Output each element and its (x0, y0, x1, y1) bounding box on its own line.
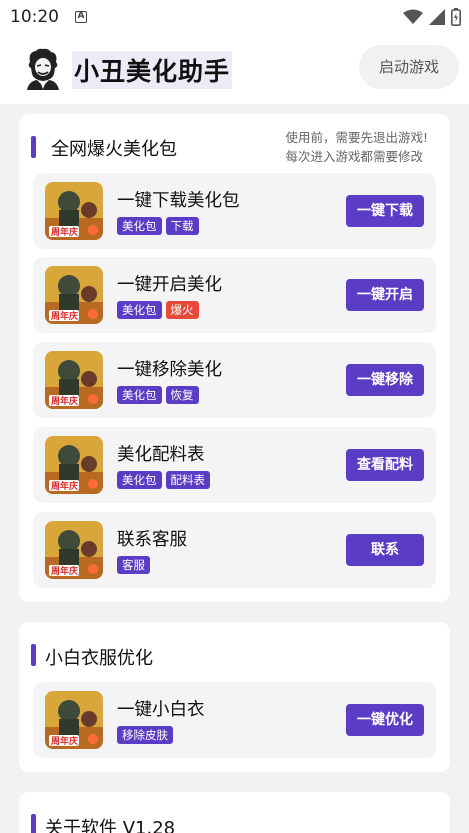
tag-hot: 爆火 (165, 301, 199, 319)
section-title: 小白衣服优化 (45, 648, 153, 669)
section-accent-bar (31, 814, 36, 833)
svg-text:周年庆: 周年庆 (51, 226, 78, 238)
section-title[interactable]: 关于软件 V1.28 (45, 814, 175, 833)
tag: 美化包 (117, 301, 162, 319)
app-header: 小丑美化助手 启动游戏 (0, 34, 469, 104)
item-title: 一键小白衣 (117, 700, 205, 720)
tag-group: 美化包 爆火 (117, 301, 199, 319)
optimize-button[interactable]: 一键优化 (346, 704, 424, 736)
contact-button[interactable]: 联系 (346, 534, 424, 566)
game-icon: 周年庆 (45, 691, 103, 749)
list-item-enable: 周年庆 一键开启美化 美化包 爆火 一键开启 (33, 257, 436, 333)
item-title: 一键移除美化 (117, 360, 222, 380)
tag: 下载 (165, 217, 199, 235)
section-card-beautify-pack: 全网爆火美化包 使用前，需要先退出游戏! 每次进入游戏都需要修改 周年庆 一键下… (19, 114, 450, 602)
item-title: 美化配料表 (117, 445, 205, 465)
section-card-white-clothes: 小白衣服优化 周年庆 一键小白衣 移除皮肤 一键优化 (19, 622, 450, 772)
enable-button[interactable]: 一键开启 (346, 279, 424, 311)
status-time: 10:20 (10, 7, 59, 27)
game-icon: 周年庆 (45, 521, 103, 579)
battery-icon (451, 8, 461, 26)
status-bar: 10:20 A (0, 0, 469, 34)
status-icons (403, 8, 461, 26)
section-title: 全网爆火美化包 (51, 139, 177, 160)
list-item-support: 周年庆 联系客服 客服 联系 (33, 512, 436, 588)
wifi-icon (403, 9, 423, 24)
game-icon: 周年庆 (45, 351, 103, 409)
tag: 美化包 (117, 386, 162, 404)
launch-game-button[interactable]: 启动游戏 (359, 45, 459, 89)
list-item-remove: 周年庆 一键移除美化 美化包 恢复 一键移除 (33, 342, 436, 418)
list-item-ingredients: 周年庆 美化配料表 美化包 配料表 查看配料 (33, 427, 436, 503)
view-ingredients-button[interactable]: 查看配料 (346, 449, 424, 481)
notice-line-1: 使用前，需要先退出游戏! (285, 130, 428, 145)
app-title: 小丑美化助手 (72, 51, 233, 89)
signal-icon (429, 9, 445, 25)
list-item-download: 周年庆 一键下载美化包 美化包 下载 一键下载 (33, 173, 436, 249)
joker-avatar-icon (27, 48, 59, 90)
tag: 美化包 (117, 217, 162, 235)
section-card-about: 关于软件 V1.28 (19, 792, 450, 833)
game-icon: 周年庆 (45, 266, 103, 324)
tag-group: 美化包 下载 (117, 217, 199, 235)
svg-text:周年庆: 周年庆 (51, 480, 78, 492)
svg-text:周年庆: 周年庆 (51, 310, 78, 322)
list-item-white-clothes: 周年庆 一键小白衣 移除皮肤 一键优化 (33, 682, 436, 758)
remove-button[interactable]: 一键移除 (346, 364, 424, 396)
tag: 恢复 (165, 386, 199, 404)
download-button[interactable]: 一键下载 (346, 195, 424, 227)
tag: 美化包 (117, 471, 162, 489)
item-title: 一键下载美化包 (117, 191, 240, 211)
usage-notice: 使用前，需要先退出游戏! 每次进入游戏都需要修改 (285, 128, 428, 166)
tag: 配料表 (165, 471, 210, 489)
tag: 客服 (117, 556, 150, 574)
svg-text:周年庆: 周年庆 (51, 735, 78, 747)
svg-text:周年庆: 周年庆 (51, 395, 78, 407)
game-icon: 周年庆 (45, 182, 103, 240)
section-accent-bar (31, 136, 36, 158)
notice-line-2: 每次进入游戏都需要修改 (285, 149, 423, 164)
game-icon: 周年庆 (45, 436, 103, 494)
svg-text:周年庆: 周年庆 (51, 565, 78, 577)
tag-group: 客服 (117, 556, 150, 574)
tag: 移除皮肤 (117, 726, 173, 744)
tag-group: 美化包 恢复 (117, 386, 199, 404)
item-title: 联系客服 (117, 530, 187, 550)
a-badge-icon: A (75, 11, 87, 23)
item-title: 一键开启美化 (117, 275, 222, 295)
tag-group: 移除皮肤 (117, 726, 173, 744)
section-accent-bar (31, 644, 36, 666)
tag-group: 美化包 配料表 (117, 471, 210, 489)
